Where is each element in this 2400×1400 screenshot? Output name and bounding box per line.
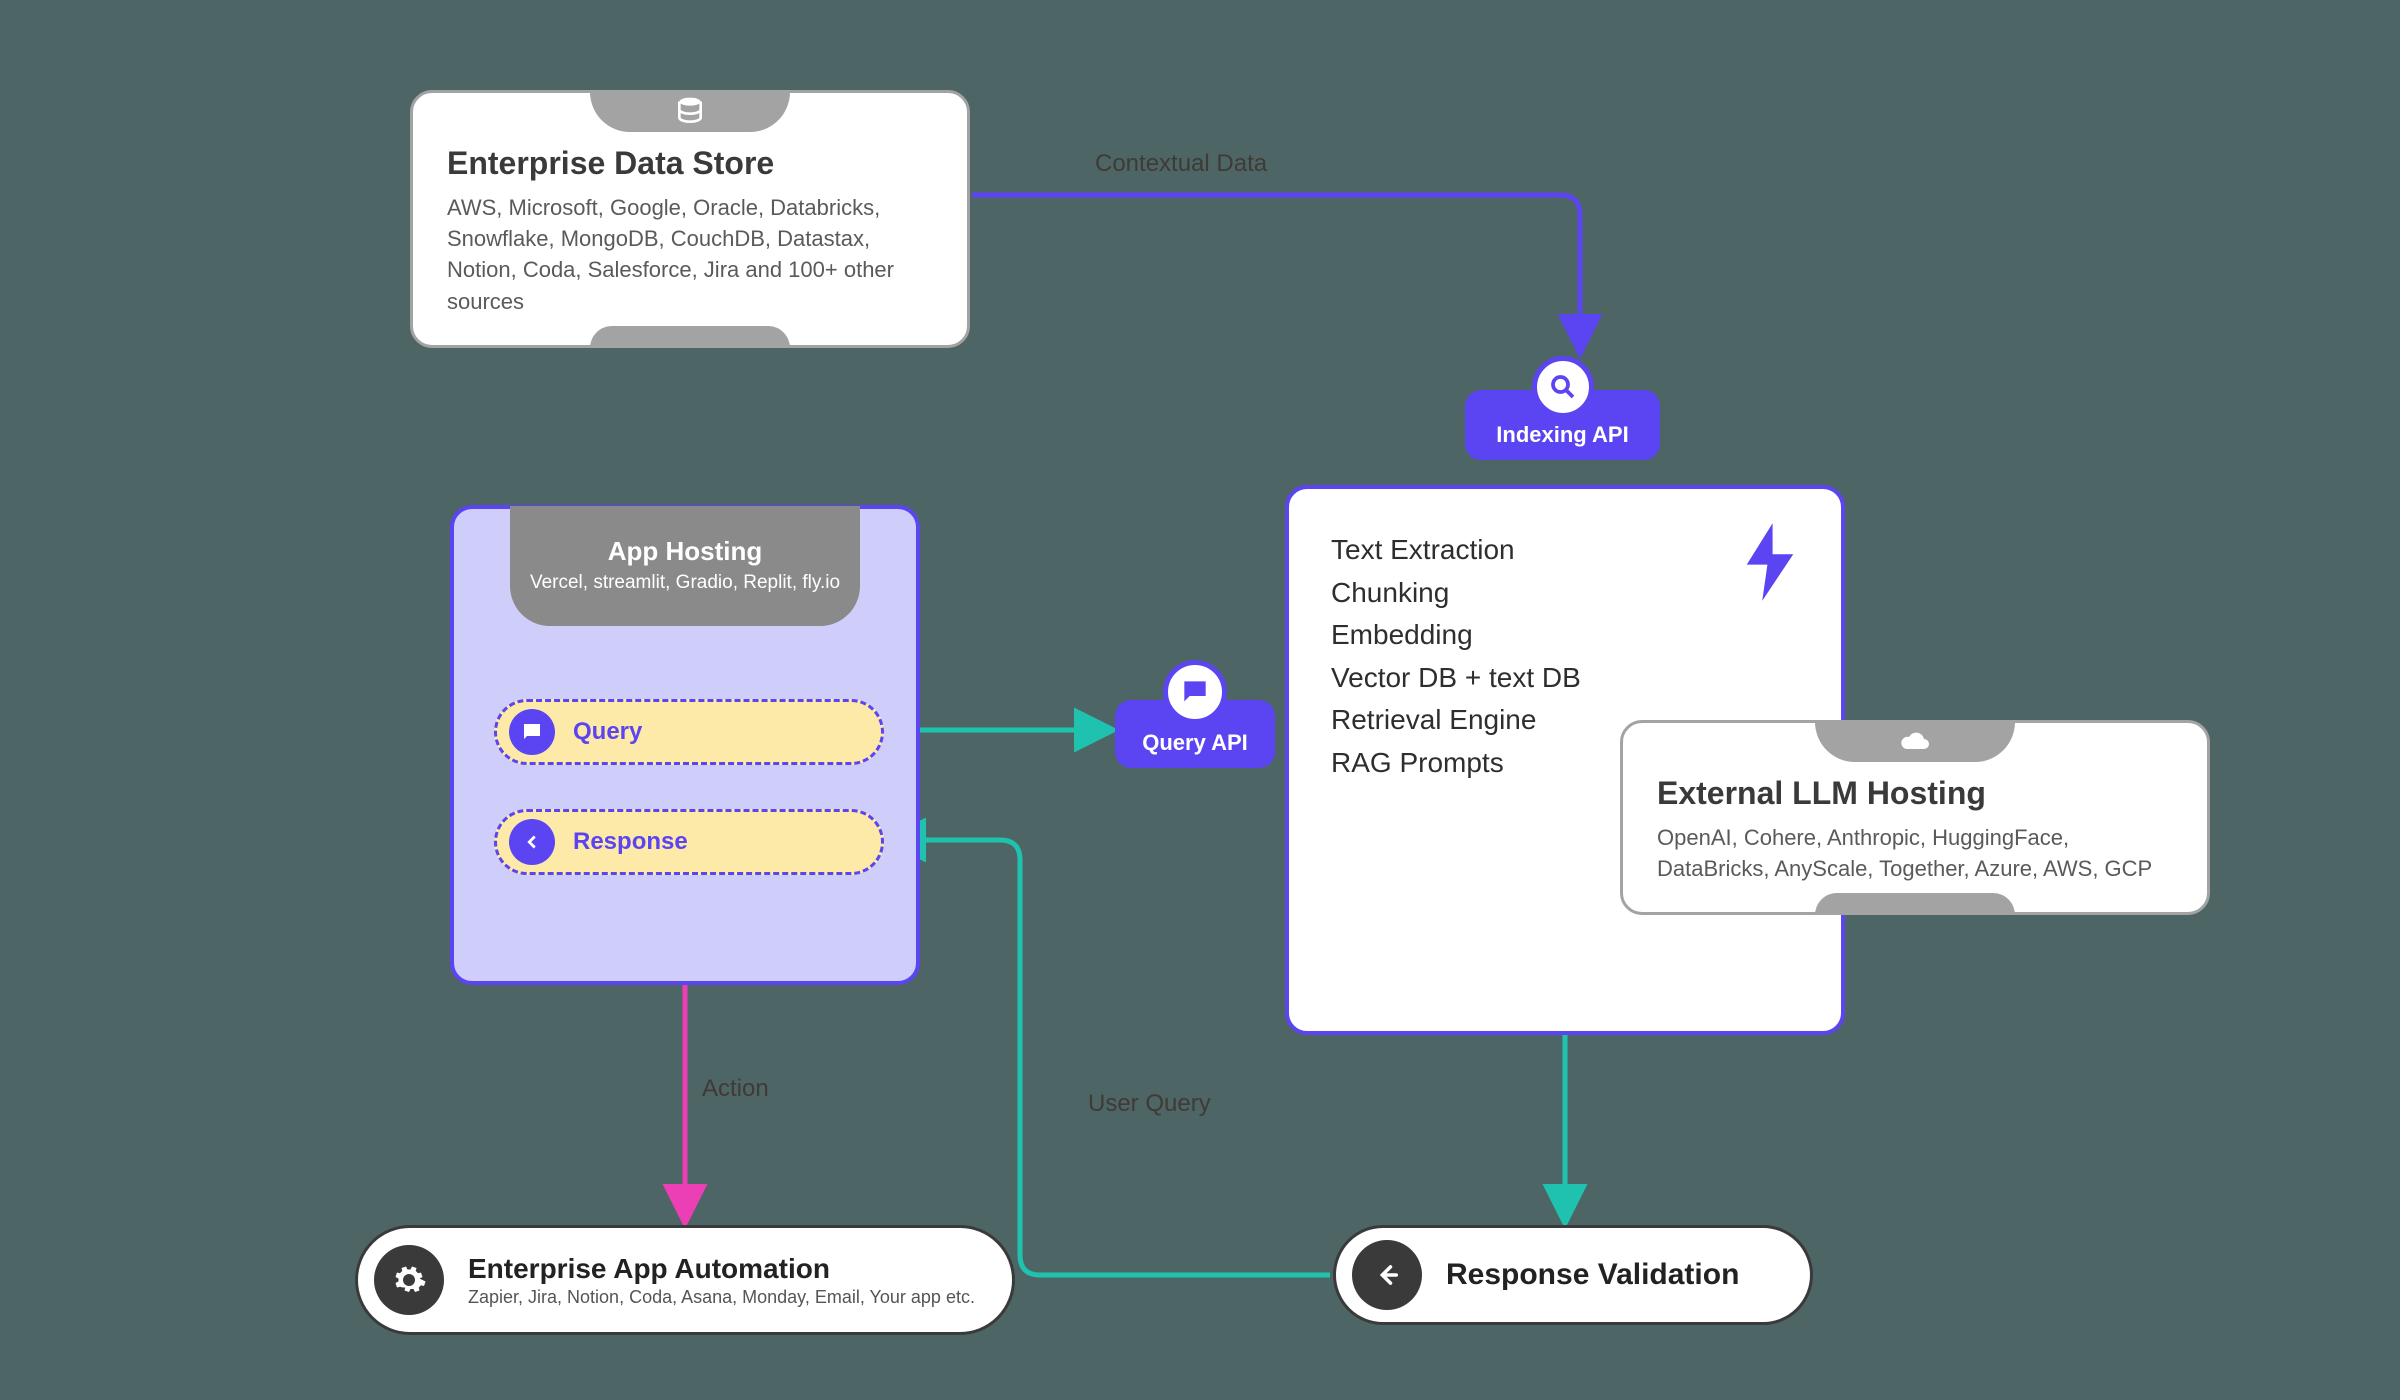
database-icon xyxy=(590,90,790,132)
app-hosting-panel: App Hosting Vercel, streamlit, Gradio, R… xyxy=(450,505,920,985)
proc-line-1: Text Extraction xyxy=(1331,529,1799,572)
enterprise-data-store-card: Enterprise Data Store AWS, Microsoft, Go… xyxy=(410,90,970,348)
eds-title: Enterprise Data Store xyxy=(447,145,933,182)
enterprise-app-automation-pill: Enterprise App Automation Zapier, Jira, … xyxy=(355,1225,1015,1335)
edge-label-contextual-data: Contextual Data xyxy=(1095,150,1267,178)
edge-label-action: Action xyxy=(702,1075,769,1103)
app-hosting-header: App Hosting Vercel, streamlit, Gradio, R… xyxy=(510,506,860,626)
indexing-api-label: Indexing API xyxy=(1496,422,1628,448)
proc-line-3: Embedding xyxy=(1331,614,1799,657)
app-hosting-title: App Hosting xyxy=(608,536,763,567)
response-validation-label: Response Validation xyxy=(1446,1258,1739,1292)
automation-desc: Zapier, Jira, Notion, Coda, Asana, Monda… xyxy=(468,1287,975,1308)
chat-icon xyxy=(509,709,555,755)
search-icon xyxy=(1532,356,1594,418)
proc-line-4: Vector DB + text DB xyxy=(1331,657,1799,700)
external-llm-hosting-card: External LLM Hosting OpenAI, Cohere, Ant… xyxy=(1620,720,2210,915)
query-pill[interactable]: Query xyxy=(494,699,884,765)
automation-title: Enterprise App Automation xyxy=(468,1253,975,1285)
card-grip xyxy=(1815,893,2015,915)
cloud-icon xyxy=(1815,720,2015,762)
proc-line-2: Chunking xyxy=(1331,572,1799,615)
card-grip xyxy=(590,326,790,348)
response-label: Response xyxy=(573,828,688,856)
query-api-label: Query API xyxy=(1142,730,1248,756)
arrow-left-icon xyxy=(509,819,555,865)
response-pill[interactable]: Response xyxy=(494,809,884,875)
chat-bubble-icon xyxy=(1163,660,1227,724)
response-validation-pill: Response Validation xyxy=(1333,1225,1813,1325)
query-label: Query xyxy=(573,718,642,746)
llm-title: External LLM Hosting xyxy=(1657,775,2173,812)
eds-desc: AWS, Microsoft, Google, Oracle, Databric… xyxy=(447,192,933,317)
arrow-left-icon xyxy=(1352,1240,1422,1310)
edge-label-user-query: User Query xyxy=(1088,1090,1211,1118)
indexing-api-badge: Indexing API xyxy=(1465,390,1660,460)
query-api-badge: Query API xyxy=(1115,700,1275,768)
app-hosting-subtitle: Vercel, streamlit, Gradio, Replit, fly.i… xyxy=(530,571,840,596)
gear-icon xyxy=(374,1245,444,1315)
lightning-icon xyxy=(1739,523,1801,614)
llm-desc: OpenAI, Cohere, Anthropic, HuggingFace, … xyxy=(1657,822,2173,884)
